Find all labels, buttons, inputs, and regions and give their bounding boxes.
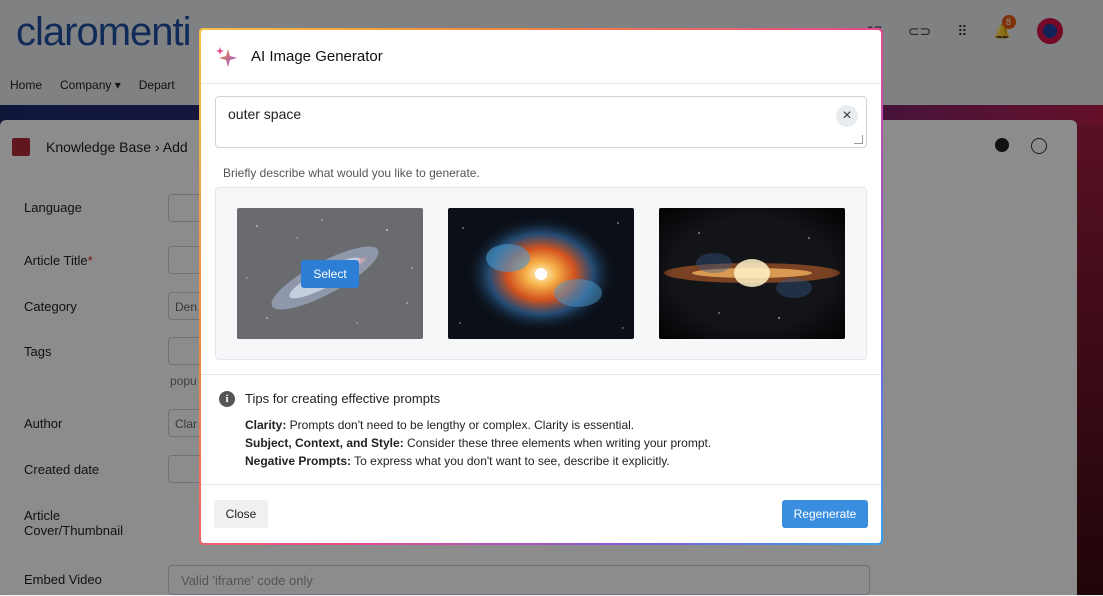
generated-images: Select <box>215 187 867 360</box>
modal-header: AI Image Generator <box>201 30 881 84</box>
footer-divider <box>201 484 881 485</box>
generated-image-3[interactable] <box>659 208 845 339</box>
prompt-value: outer space <box>228 106 302 122</box>
tip-subject-context-style: Subject, Context, and Style: Consider th… <box>245 436 712 450</box>
modal-body: AI Image Generator outer space × Briefly… <box>201 30 881 543</box>
tip-clarity: Clarity: Prompts don't need to be length… <box>245 418 635 432</box>
select-button[interactable]: Select <box>301 260 359 288</box>
close-button[interactable]: Close <box>214 500 268 528</box>
resize-handle[interactable] <box>854 135 863 144</box>
info-icon: i <box>219 391 235 407</box>
regenerate-button[interactable]: Regenerate <box>782 500 868 528</box>
modal-title: AI Image Generator <box>251 48 383 65</box>
generated-image-2[interactable] <box>448 208 634 339</box>
tips-title: Tips for creating effective prompts <box>245 391 441 406</box>
tips-divider <box>201 374 881 375</box>
sparkle-icon <box>216 46 237 67</box>
tip-negative-prompts: Negative Prompts: To express what you do… <box>245 454 670 468</box>
prompt-hint: Briefly describe what would you like to … <box>223 166 480 180</box>
generated-image-1[interactable]: Select <box>237 208 423 339</box>
ai-image-generator-modal: AI Image Generator outer space × Briefly… <box>199 28 883 545</box>
prompt-textarea[interactable]: outer space × <box>215 96 867 148</box>
clear-icon[interactable]: × <box>836 105 858 127</box>
